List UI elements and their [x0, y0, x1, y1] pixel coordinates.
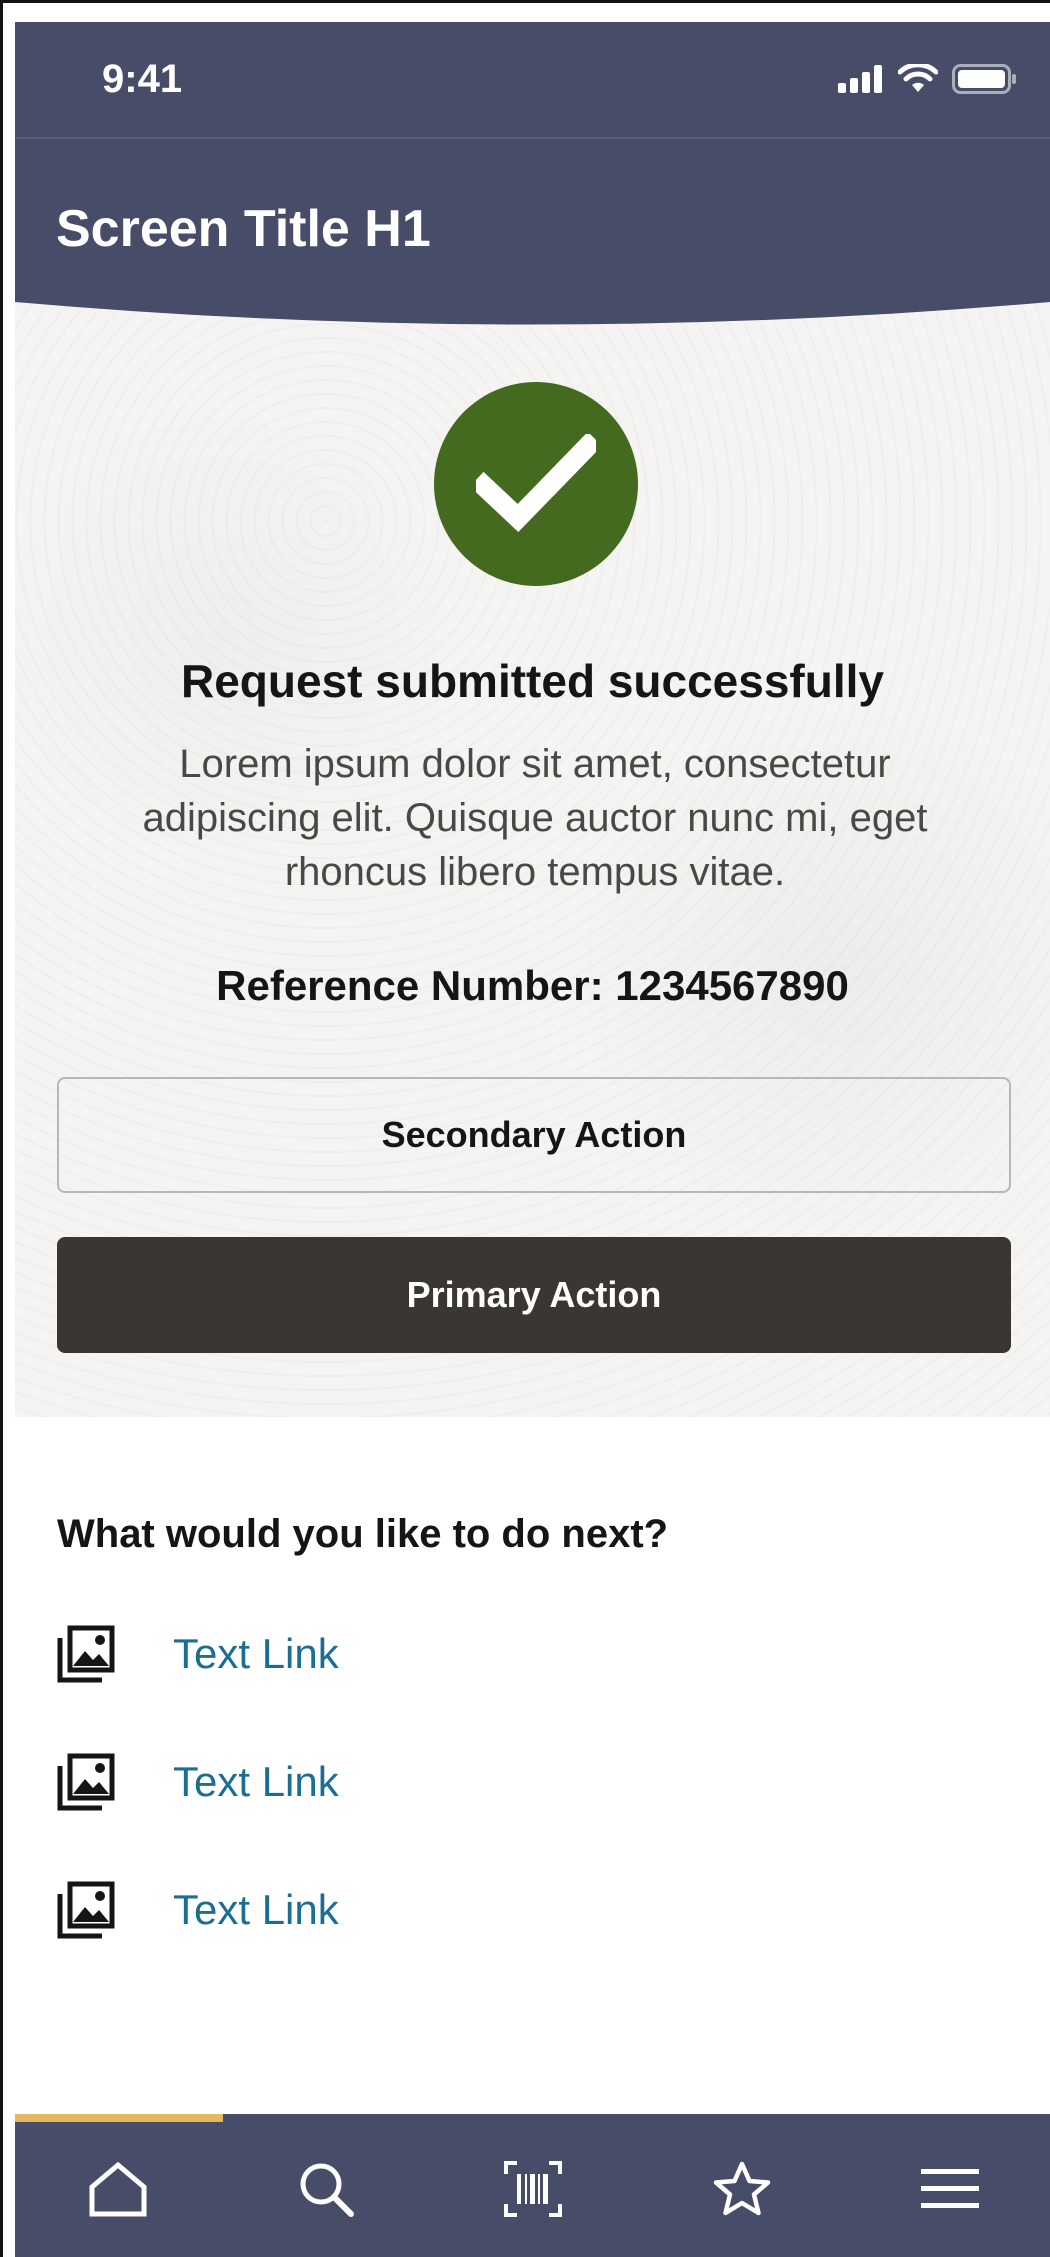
- nav-search[interactable]: [281, 2144, 371, 2234]
- image-gallery-icon: [57, 1881, 115, 1939]
- secondary-action-button[interactable]: Secondary Action: [57, 1077, 1011, 1193]
- image-gallery-icon: [57, 1753, 115, 1811]
- barcode-scan-icon: [504, 2161, 562, 2217]
- favorites-star-icon: [713, 2161, 771, 2216]
- active-tab-indicator: [15, 2114, 223, 2122]
- nav-favorites[interactable]: [697, 2144, 787, 2234]
- next-step-link[interactable]: Text Link: [57, 1747, 339, 1817]
- next-steps-heading: What would you like to do next?: [57, 1512, 669, 1556]
- confirmation-title: Request submitted successfully: [181, 655, 884, 707]
- bottom-navigation: [15, 2114, 1050, 2257]
- checkmark-icon: [476, 434, 596, 533]
- header-curve: [15, 272, 1050, 325]
- status-icons: [838, 64, 1018, 94]
- reference-number: Reference Number: 1234567890: [216, 962, 849, 1009]
- nav-scan[interactable]: [488, 2144, 578, 2234]
- link-text[interactable]: Text Link: [173, 1630, 339, 1678]
- confirmation-message: Lorem ipsum dolor sit amet, consectetur …: [142, 742, 928, 894]
- primary-action-button[interactable]: Primary Action: [57, 1237, 1011, 1353]
- screen-title: Screen Title H1: [56, 200, 431, 258]
- status-time: 9:41: [102, 57, 183, 101]
- link-text[interactable]: Text Link: [173, 1758, 339, 1806]
- nav-home[interactable]: [73, 2144, 163, 2234]
- wifi-icon: [898, 64, 938, 92]
- menu-icon: [921, 2169, 979, 2208]
- next-step-link[interactable]: Text Link: [57, 1875, 339, 1945]
- cellular-signal-icon: [838, 65, 882, 93]
- next-step-link[interactable]: Text Link: [57, 1619, 339, 1689]
- nav-menu[interactable]: [905, 2144, 995, 2234]
- battery-icon: [952, 64, 1016, 94]
- success-badge: [434, 382, 638, 586]
- phone-screen: 9:41 Screen Title H1 Request submitted s…: [15, 22, 1050, 2257]
- search-icon: [300, 2163, 354, 2217]
- header-divider: [15, 137, 1050, 139]
- image-gallery-icon: [57, 1625, 115, 1683]
- home-icon: [89, 2161, 147, 2217]
- link-text[interactable]: Text Link: [173, 1886, 339, 1934]
- status-bar: 9:41: [15, 22, 1050, 137]
